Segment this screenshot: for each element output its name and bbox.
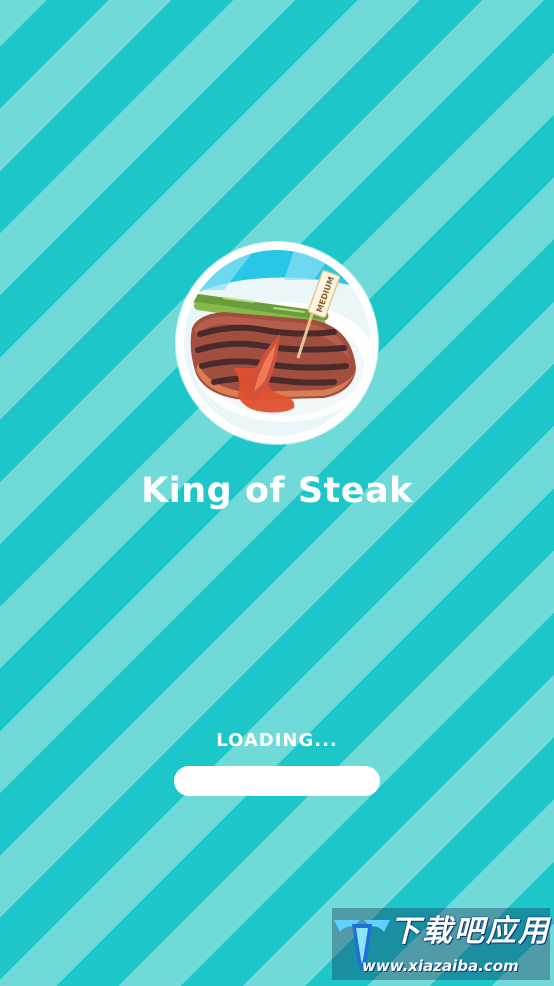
watermark-title: 下载吧应用	[390, 914, 550, 949]
site-watermark: 下载吧应用 www.xiazaiba.com	[332, 908, 550, 980]
loading-label: LOADING...	[216, 730, 338, 751]
steak-plate-icon: MEDIUM	[184, 250, 370, 436]
loading-progress-bar	[174, 766, 380, 796]
game-title: King of Steak	[141, 471, 413, 511]
game-logo: MEDIUM	[176, 242, 378, 444]
watermark-url: www.xiazaiba.com	[362, 957, 519, 975]
